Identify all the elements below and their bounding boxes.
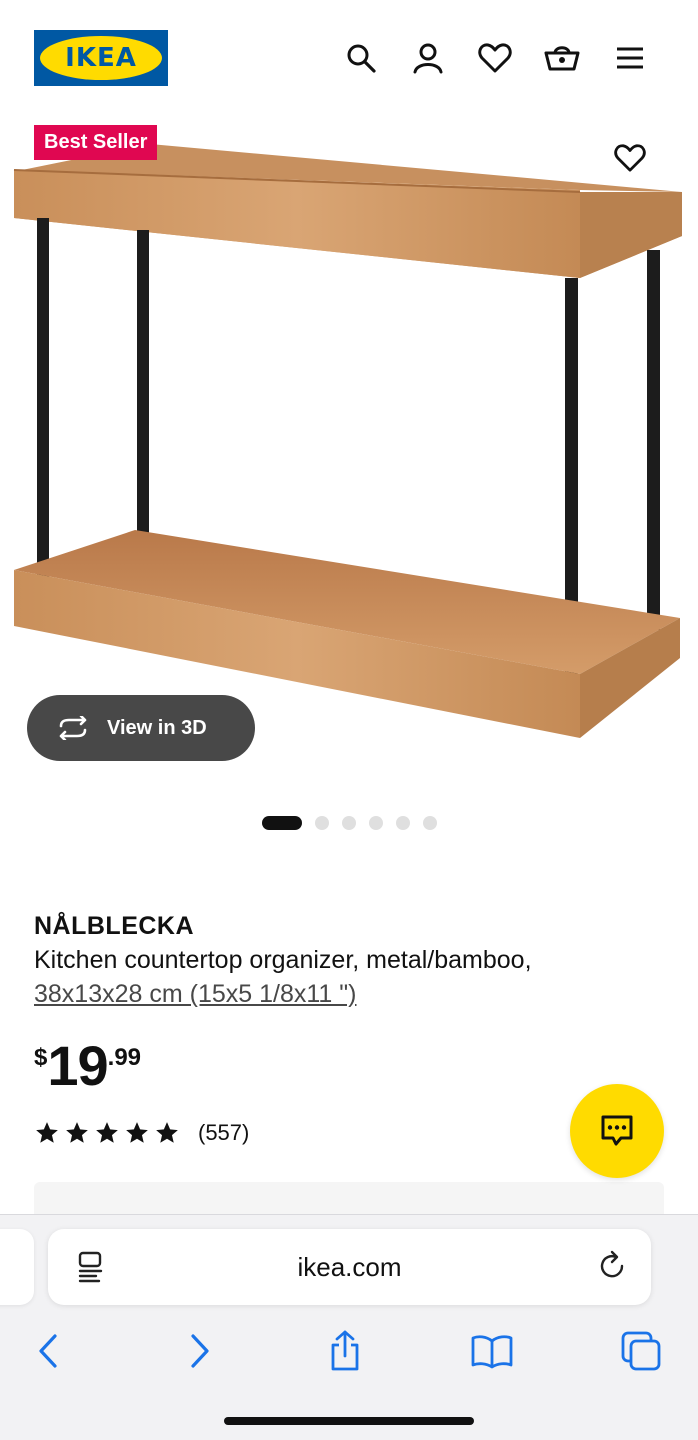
chat-icon	[601, 1115, 633, 1146]
chat-button[interactable]	[570, 1084, 664, 1178]
product-price: $ 19 .99	[34, 1036, 141, 1096]
back-icon[interactable]	[24, 1327, 72, 1375]
bookmarks-icon[interactable]	[468, 1327, 516, 1375]
star-icon	[96, 1122, 118, 1143]
add-to-favorites-button[interactable]	[602, 130, 658, 186]
product-image-carousel[interactable]: Best Seller View in 3D	[0, 118, 698, 798]
address-bar[interactable]: ikea.com	[48, 1229, 651, 1305]
star-icon	[36, 1122, 58, 1143]
review-count: (557)	[198, 1120, 250, 1145]
cart-icon[interactable]	[542, 38, 582, 78]
product-dimensions-link[interactable]: 38x13x28 cm (15x5 1/8x11 ")	[34, 980, 356, 1009]
carousel-dot-4[interactable]	[369, 816, 383, 830]
forward-icon[interactable]	[176, 1327, 224, 1375]
ikea-logo[interactable]: IKEA	[34, 30, 168, 86]
tabs-icon[interactable]	[617, 1327, 665, 1375]
carousel-dots	[262, 816, 437, 830]
star-icon	[126, 1122, 148, 1143]
carousel-dot-1[interactable]	[262, 816, 302, 830]
price-currency: $	[34, 1044, 48, 1071]
url-text: ikea.com	[297, 1251, 402, 1282]
site-header: IKEA	[0, 0, 698, 118]
carousel-dot-2[interactable]	[315, 816, 329, 830]
product-name: NÅLBLECKA	[34, 912, 195, 940]
best-seller-badge: Best Seller	[34, 125, 158, 160]
product-description: Kitchen countertop organizer, metal/bamb…	[34, 946, 532, 974]
reader-mode-icon[interactable]	[74, 1249, 108, 1285]
menu-icon[interactable]	[610, 38, 650, 78]
price-integer: 19	[47, 1034, 108, 1097]
star-icon	[66, 1122, 88, 1143]
search-icon[interactable]	[341, 38, 381, 78]
share-icon[interactable]	[321, 1327, 369, 1375]
price-decimal: .99	[107, 1044, 142, 1071]
rotate-3d-icon	[59, 716, 87, 740]
view-in-3d-button[interactable]: View in 3D	[27, 695, 255, 761]
logo-oval: IKEA	[40, 36, 162, 80]
previous-tab-preview[interactable]	[0, 1229, 34, 1305]
star-icon	[156, 1122, 178, 1143]
heart-icon	[614, 144, 646, 172]
logo-text: IKEA	[65, 43, 137, 73]
reload-icon[interactable]	[596, 1249, 630, 1285]
account-icon[interactable]	[408, 38, 448, 78]
browser-toolbar: ikea.com	[0, 1214, 698, 1440]
carousel-dot-5[interactable]	[396, 816, 410, 830]
favorites-heart-icon[interactable]	[475, 38, 515, 78]
product-rating[interactable]: (557)	[34, 1120, 249, 1146]
carousel-dot-6[interactable]	[423, 816, 437, 830]
view-in-3d-label: View in 3D	[107, 716, 207, 739]
home-indicator[interactable]	[224, 1417, 474, 1425]
carousel-dot-3[interactable]	[342, 816, 356, 830]
